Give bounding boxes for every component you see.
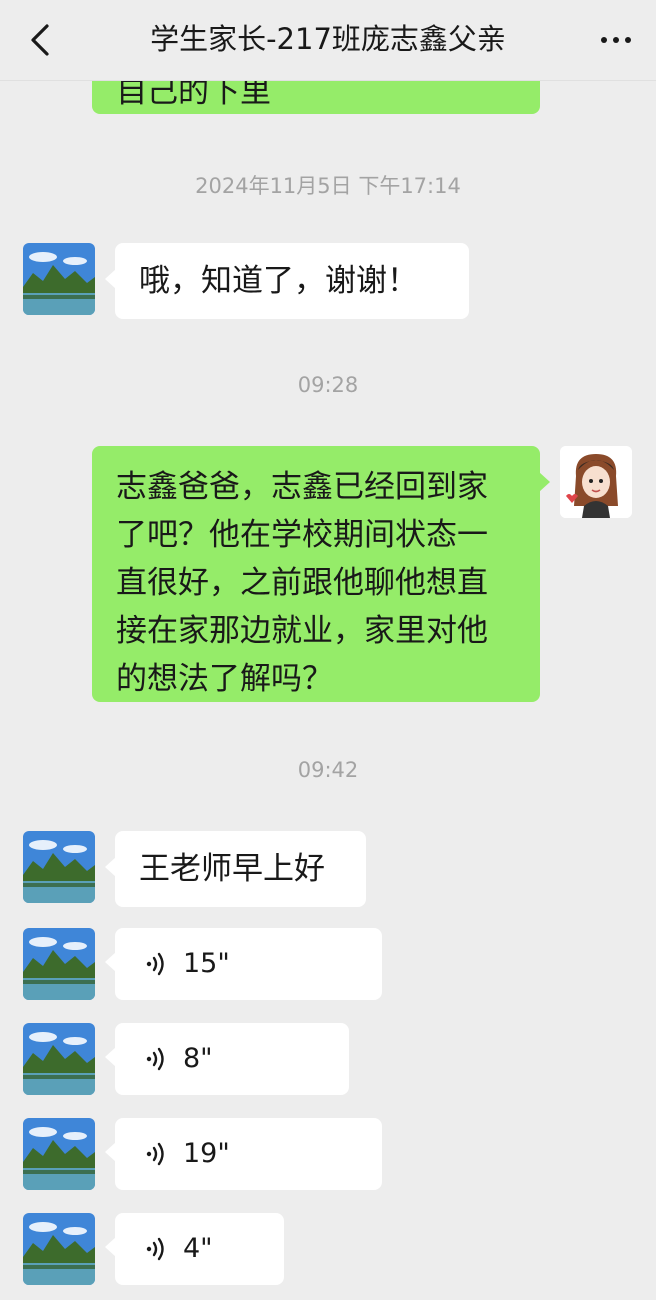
landscape-avatar-icon xyxy=(23,831,95,903)
received-message[interactable]: 哦，知道了，谢谢！ xyxy=(105,243,469,319)
my-avatar[interactable] xyxy=(560,446,632,518)
voice-duration: 4" xyxy=(183,1233,213,1264)
voice-duration: 15" xyxy=(183,948,230,979)
message-line: 了吧？他在学校期间状态一 xyxy=(116,517,488,553)
voice-wave-icon xyxy=(146,1237,164,1261)
sent-message[interactable]: 志鑫爸爸，志鑫已经回到家 了吧？他在学校期间状态一 直很好，之前跟他聊他想直 接… xyxy=(92,446,550,702)
voice-message[interactable]: 8" xyxy=(105,1023,349,1095)
message-line: 接在家那边就业，家里对他 xyxy=(116,613,488,649)
landscape-avatar-icon xyxy=(23,928,95,1000)
contact-avatar[interactable] xyxy=(23,1213,95,1285)
contact-avatar[interactable] xyxy=(23,831,95,903)
chat-header: 学生家长-217班庞志鑫父亲 xyxy=(0,0,656,81)
contact-avatar[interactable] xyxy=(23,928,95,1000)
chat-title: 学生家长-217班庞志鑫父亲 xyxy=(150,22,506,56)
message-text: 王老师早上好 xyxy=(139,851,325,887)
back-button[interactable] xyxy=(22,20,58,60)
timestamp: 2024年11月5日 下午17:14 xyxy=(195,174,461,198)
landscape-avatar-icon xyxy=(23,243,95,315)
message-line: 直很好，之前跟他聊他想直 xyxy=(116,565,488,601)
voice-duration: 19" xyxy=(183,1138,230,1169)
landscape-avatar-icon xyxy=(23,1118,95,1190)
ellipsis-icon xyxy=(601,37,607,43)
voice-duration: 8" xyxy=(183,1043,213,1074)
voice-message[interactable]: 4" xyxy=(105,1213,284,1285)
chevron-left-icon xyxy=(31,24,49,56)
message-line: 志鑫爸爸，志鑫已经回到家 xyxy=(116,469,488,505)
message-line: 的想法了解吗？ xyxy=(116,661,333,697)
landscape-avatar-icon xyxy=(23,1023,95,1095)
cartoon-girl-avatar-icon xyxy=(560,446,632,518)
timestamp: 09:42 xyxy=(297,758,359,782)
more-options-button[interactable] xyxy=(594,20,638,60)
voice-message[interactable]: 15" xyxy=(105,928,382,1000)
voice-wave-icon xyxy=(146,1142,164,1166)
voice-message[interactable]: 19" xyxy=(105,1118,382,1190)
received-message[interactable]: 王老师早上好 xyxy=(105,831,366,907)
landscape-avatar-icon xyxy=(23,1213,95,1285)
voice-wave-icon xyxy=(146,1047,164,1071)
message-text: 哦，知道了，谢谢！ xyxy=(139,263,418,299)
contact-avatar[interactable] xyxy=(23,243,95,315)
contact-avatar[interactable] xyxy=(23,1118,95,1190)
timestamp: 09:28 xyxy=(297,373,359,397)
contact-avatar[interactable] xyxy=(23,1023,95,1095)
voice-wave-icon xyxy=(146,952,164,976)
